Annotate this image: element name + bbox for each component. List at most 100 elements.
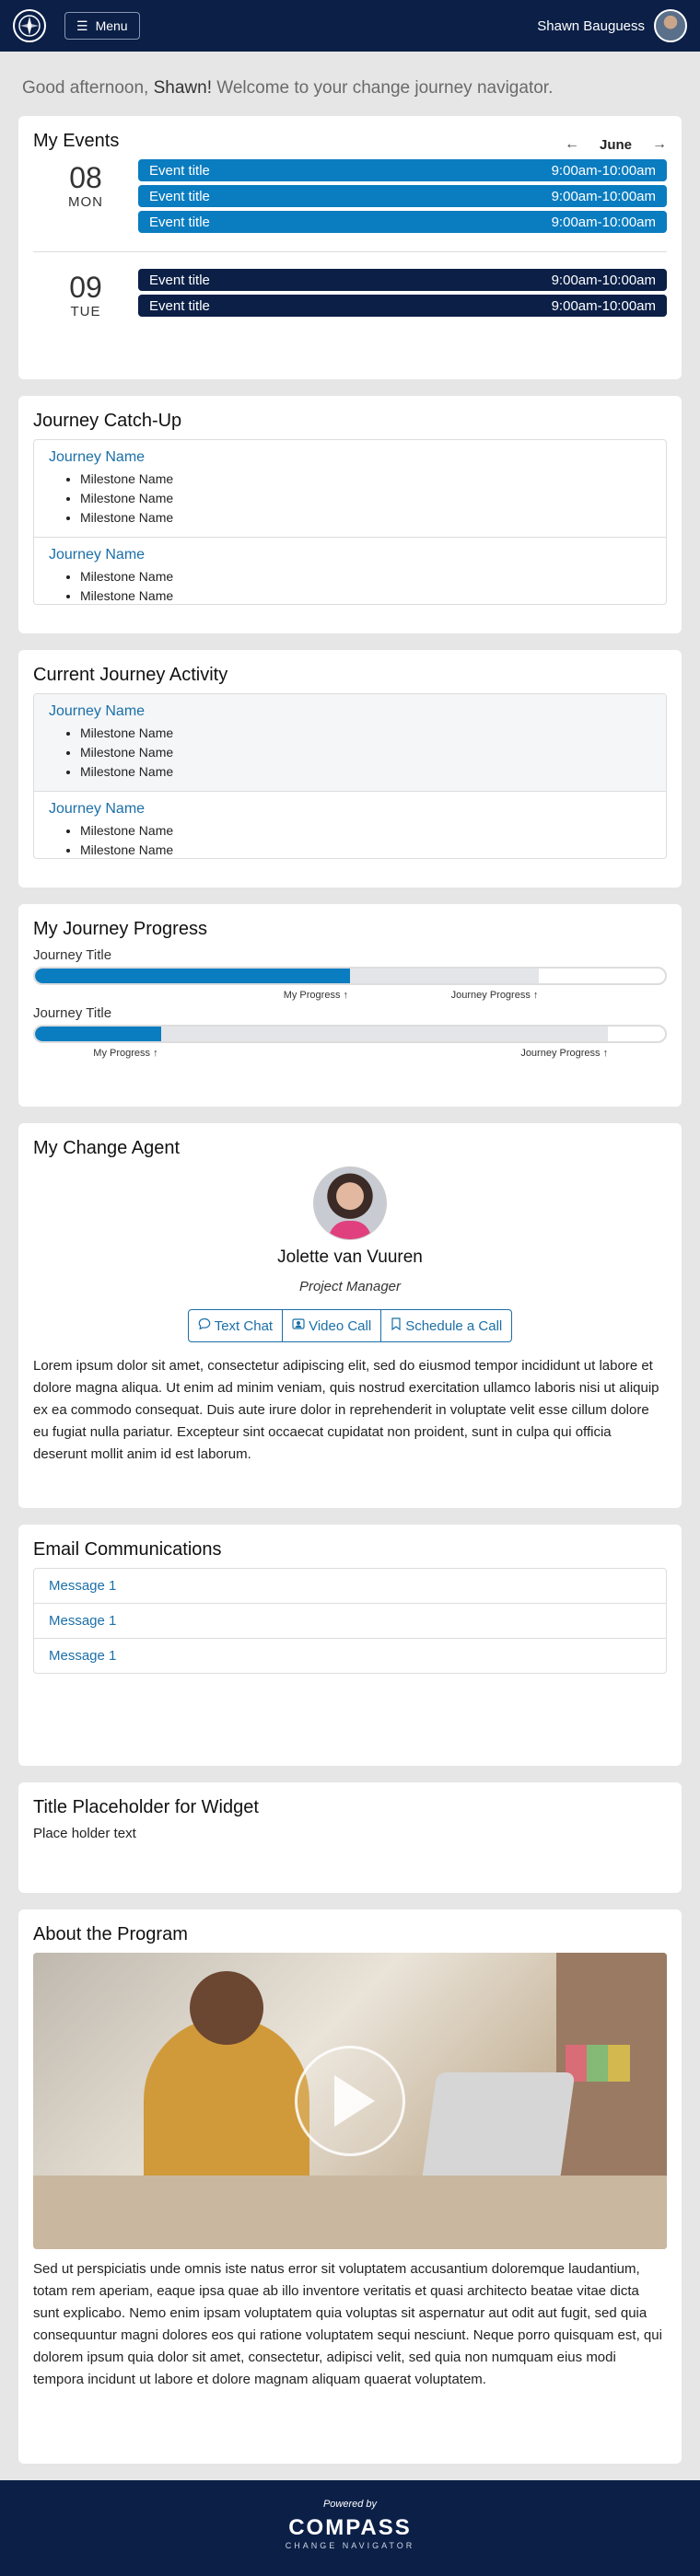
brand-subtitle: CHANGE NAVIGATOR [285,2541,415,2550]
user-name: Shawn Bauguess [537,17,645,34]
event-title: Event title [149,272,210,288]
milestone-item: Milestone Name [80,762,651,782]
schedule-call-label: Schedule a Call [405,1317,503,1334]
day-group: 08 MON Event title 9:00am-10:00am Event t… [33,159,667,237]
video-person-icon [292,1317,305,1334]
journey-progress-label: Journey Progress ↑ [520,1048,609,1059]
journey-title: Journey Title [33,1005,112,1021]
day-name: MON [68,194,103,210]
about-title: About the Program [33,1924,188,1944]
event-item[interactable]: Event title 9:00am-10:00am [138,211,667,233]
event-list: Event title 9:00am-10:00am Event title 9:0… [138,159,667,237]
journey-name-link[interactable]: Journey Name [49,801,651,818]
journey-name-link[interactable]: Journey Name [49,547,651,563]
my-events-widget: My Events ← June → 08 MON Event title 9:0… [18,116,682,379]
my-progress-fill [35,1027,161,1041]
journey-name-link[interactable]: Journey Name [49,703,651,720]
milestone-item: Milestone Name [80,489,651,508]
event-time: 9:00am-10:00am [551,188,656,204]
milestone-item: Milestone Name [80,567,651,586]
journey-list[interactable]: Journey Name Milestone Name Milestone Na… [33,439,667,605]
prev-month-icon[interactable]: ← [565,136,579,153]
menu-button[interactable]: ☰ Menu [64,12,140,40]
my-progress-label: My Progress ↑ [93,1048,158,1059]
milestone-item: Milestone Name [80,508,651,528]
day-number: 08 [69,161,102,194]
journey-name-link[interactable]: Journey Name [49,449,651,466]
event-time: 9:00am-10:00am [551,214,656,230]
progress-bar [33,967,667,985]
event-list: Event title 9:00am-10:00am Event title 9:0… [138,269,667,320]
event-time: 9:00am-10:00am [551,272,656,288]
about-program-widget: About the Program Sed ut perspiciatis un… [18,1909,682,2464]
event-time: 9:00am-10:00am [551,162,656,179]
milestone-item: Milestone Name [80,821,651,841]
day-name: TUE [70,304,101,319]
list-item: Journey Name Milestone Name Milestone Na… [34,538,666,604]
event-item[interactable]: Event title 9:00am-10:00am [138,269,667,291]
email-list: Message 1 Message 1 Message 1 [33,1568,667,1674]
text-chat-button[interactable]: Text Chat [189,1310,284,1341]
placeholder-text: Place holder text [33,1826,136,1841]
event-item[interactable]: Event title 9:00am-10:00am [138,295,667,317]
milestone-item: Milestone Name [80,724,651,743]
video-call-button[interactable]: Video Call [283,1310,382,1341]
schedule-call-button[interactable]: Schedule a Call [381,1310,511,1341]
email-message-link[interactable]: Message 1 [34,1604,666,1639]
event-time: 9:00am-10:00am [551,297,656,314]
progress-block: Journey Title My Progress ↑ Journey Prog… [33,1005,667,1063]
progress-labels: My Progress ↑ Journey Progress ↑ [33,1043,667,1063]
journey-catchup-widget: Journey Catch-Up Journey Name Milestone … [18,396,682,633]
list-item: Journey Name Milestone Name Milestone Na… [34,792,666,858]
greeting: Good afternoon, Shawn! Welcome to your c… [0,52,700,116]
powered-by-label: Powered by [322,2499,378,2510]
journey-progress-widget: My Journey Progress Journey Title My Pro… [18,904,682,1107]
milestone-item: Milestone Name [80,743,651,762]
progress-labels: My Progress ↑ Journey Progress ↑ [33,985,667,1005]
journey-progress-label: Journey Progress ↑ [450,990,539,1001]
list-item: Journey Name Milestone Name Milestone Na… [34,694,666,792]
placeholder-widget: Title Placeholder for Widget Place holde… [18,1782,682,1893]
play-icon[interactable] [295,2046,405,2156]
next-month-icon[interactable]: → [652,136,667,153]
my-progress-fill [35,969,350,983]
progress-title: My Journey Progress [33,919,207,939]
milestone-item: Milestone Name [80,470,651,489]
activity-title: Current Journey Activity [33,665,228,685]
day-group: 09 TUE Event title 9:00am-10:00am Event t… [33,269,667,320]
greeting-prefix: Good afternoon, [22,78,154,98]
milestone-item: Milestone Name [80,586,651,604]
program-video[interactable] [33,1953,667,2249]
day-number: 09 [69,271,102,304]
event-item[interactable]: Event title 9:00am-10:00am [138,159,667,181]
event-title: Event title [149,214,210,230]
progress-bar [33,1025,667,1043]
about-text: Sed ut perspiciatis unde omnis iste natu… [33,2261,662,2387]
agent-bio: Lorem ipsum dolor sit amet, consectetur … [33,1358,659,1462]
event-title: Event title [149,188,210,204]
agent-avatar [313,1166,387,1240]
journey-title: Journey Title [33,947,112,963]
email-communications-widget: Email Communications Message 1 Message 1… [18,1525,682,1766]
bookmark-icon [391,1317,402,1334]
divider [33,251,667,252]
greeting-name: Shawn! [153,78,212,98]
video-call-label: Video Call [309,1317,372,1334]
event-item[interactable]: Event title 9:00am-10:00am [138,185,667,207]
journey-list[interactable]: Journey Name Milestone Name Milestone Na… [33,693,667,859]
email-title: Email Communications [33,1539,222,1560]
compass-brand-logo: COMPASS [288,2515,412,2540]
compass-logo-icon[interactable] [13,9,46,42]
email-message-link[interactable]: Message 1 [34,1569,666,1604]
email-message-link[interactable]: Message 1 [34,1639,666,1673]
catchup-title: Journey Catch-Up [33,411,182,431]
agent-title: My Change Agent [33,1138,180,1158]
contact-button-group: Text Chat Video Call Schedule a Call [187,1309,513,1342]
menu-label: Menu [95,18,128,33]
user-profile[interactable]: Shawn Bauguess [537,9,687,42]
avatar[interactable] [654,9,687,42]
journey-activity-widget: Current Journey Activity Journey Name Mi… [18,650,682,888]
greeting-suffix: Welcome to your change journey navigator… [211,78,554,98]
agent-role: Project Manager [298,1279,402,1294]
month-nav: ← June → [565,136,667,153]
